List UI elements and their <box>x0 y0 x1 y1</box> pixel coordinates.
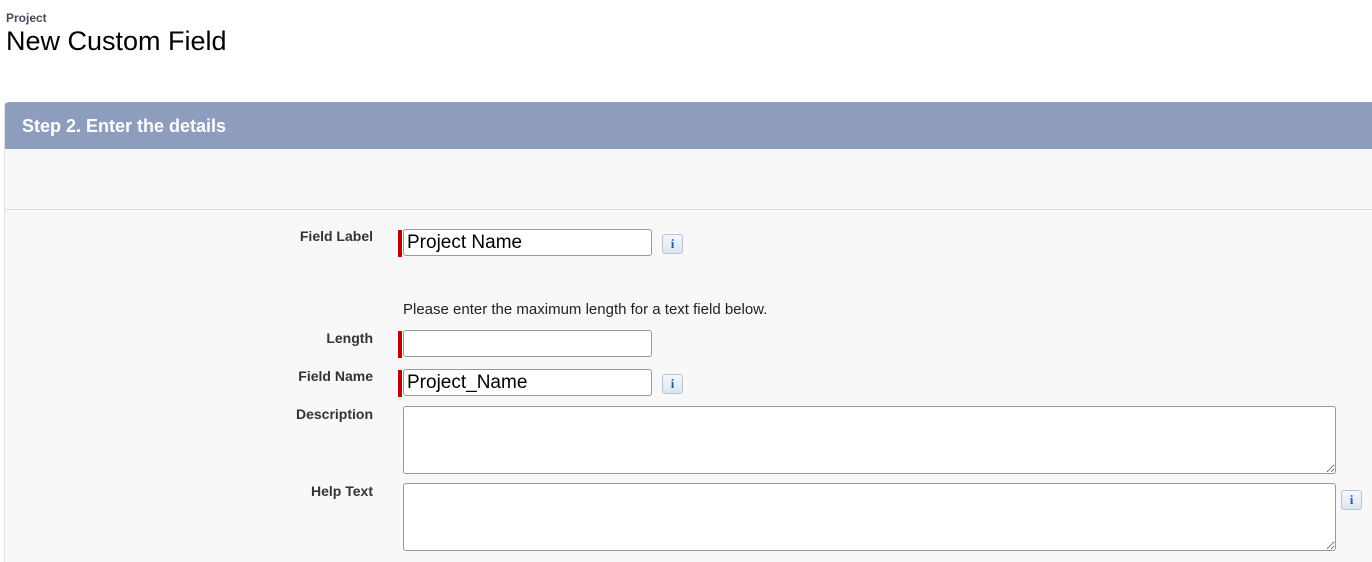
page-title: New Custom Field <box>6 26 227 56</box>
required-marker <box>398 370 402 397</box>
length-input[interactable] <box>403 330 652 357</box>
required-marker <box>398 331 402 358</box>
description-label: Description <box>295 406 373 422</box>
info-icon[interactable]: i <box>1341 490 1362 510</box>
field-name-input[interactable] <box>403 369 652 396</box>
info-icon[interactable]: i <box>662 234 683 254</box>
field-name-label: Field Name <box>298 368 373 384</box>
info-icon[interactable]: i <box>662 374 683 394</box>
step-header: Step 2. Enter the details <box>5 102 1372 149</box>
breadcrumb: Project <box>6 11 47 25</box>
required-marker <box>398 230 402 257</box>
length-hint: Please enter the maximum length for a te… <box>403 301 768 318</box>
field-label-input[interactable] <box>403 229 652 256</box>
field-label-label: Field Label <box>299 228 373 244</box>
length-label: Length <box>326 330 373 346</box>
description-textarea[interactable] <box>403 406 1336 474</box>
step-title: Step 2. Enter the details <box>22 116 227 136</box>
help-text-textarea[interactable] <box>403 483 1336 551</box>
step-toolbar-area <box>5 149 1372 210</box>
help-text-label: Help Text <box>311 483 373 499</box>
page-header: Project New Custom Field <box>6 10 227 57</box>
